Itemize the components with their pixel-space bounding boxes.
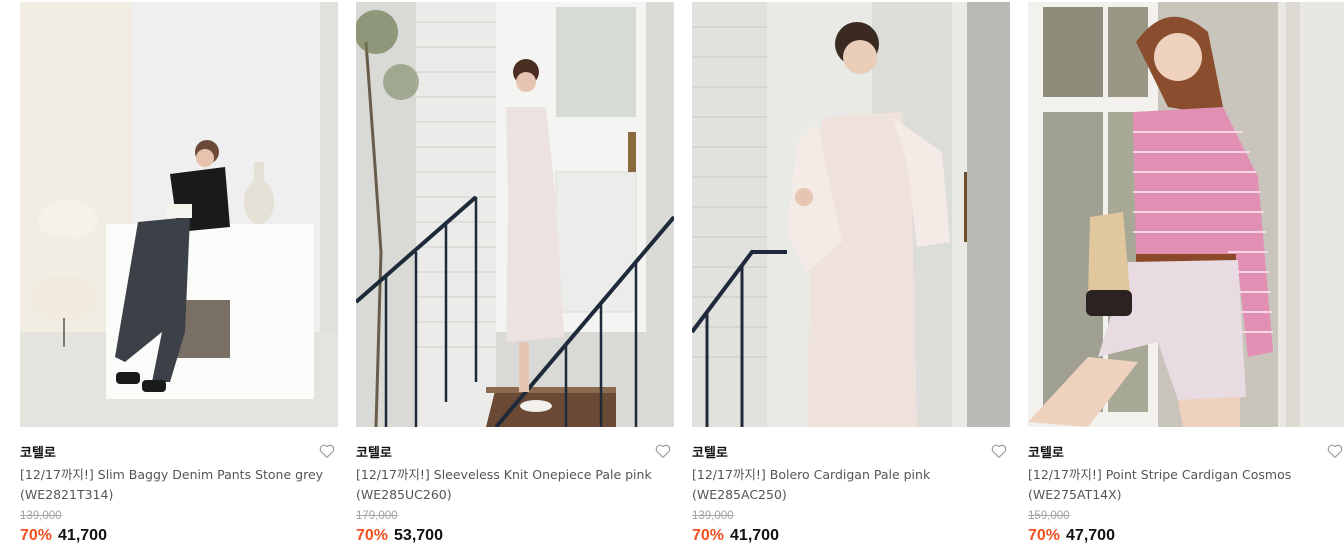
brand-name[interactable]: 코텔로 [356,442,392,461]
product-card[interactable]: 코텔로 [12/17까지!] Slim Baggy Denim Pants St… [20,2,338,549]
product-image[interactable] [356,2,674,427]
brand-row: 코텔로 [1028,442,1344,461]
heart-outline-icon[interactable] [1326,442,1344,460]
brand-row: 코텔로 [356,442,674,461]
sale-price: 47,700 [1066,527,1115,544]
price-row: 70% 53,700 [356,527,443,547]
product-card[interactable]: 코텔로 [12/17까지!] Point Stripe Cardigan Cos… [1028,2,1344,549]
price-row: 70% 41,700 [20,527,107,547]
discount-rate: 70% [692,527,725,544]
brand-row: 코텔로 [692,442,1010,461]
product-title[interactable]: [12/17까지!] Bolero Cardigan Pale pink (WE… [692,465,1010,505]
price-row: 70% 47,700 [1028,527,1115,547]
brand-name[interactable]: 코텔로 [692,442,728,461]
product-title[interactable]: [12/17까지!] Slim Baggy Denim Pants Stone … [20,465,338,505]
original-price: 179,000 [356,510,398,522]
product-image[interactable] [20,2,338,427]
product-title[interactable]: [12/17까지!] Sleeveless Knit Onepiece Pale… [356,465,674,505]
sale-price: 41,700 [730,527,779,544]
original-price: 139,000 [20,510,62,522]
heart-outline-icon[interactable] [318,442,336,460]
product-image[interactable] [692,2,1010,427]
brand-row: 코텔로 [20,442,338,461]
product-photo-stripe-cardigan [1028,2,1344,427]
heart-outline-icon[interactable] [654,442,672,460]
product-photo-knit-onepiece [356,2,674,427]
discount-rate: 70% [20,527,53,544]
sale-price: 41,700 [58,527,107,544]
original-price: 139,000 [692,510,734,522]
product-card[interactable]: 코텔로 [12/17까지!] Bolero Cardigan Pale pink… [692,2,1010,549]
price-row: 70% 41,700 [692,527,779,547]
discount-rate: 70% [1028,527,1061,544]
product-grid: 코텔로 [12/17까지!] Slim Baggy Denim Pants St… [0,0,1344,549]
brand-name[interactable]: 코텔로 [20,442,56,461]
brand-name[interactable]: 코텔로 [1028,442,1064,461]
sale-price: 53,700 [394,527,443,544]
product-card[interactable]: 코텔로 [12/17까지!] Sleeveless Knit Onepiece … [356,2,674,549]
heart-outline-icon[interactable] [990,442,1008,460]
discount-rate: 70% [356,527,389,544]
original-price: 159,000 [1028,510,1070,522]
product-image[interactable] [1028,2,1344,427]
product-title[interactable]: [12/17까지!] Point Stripe Cardigan Cosmos … [1028,465,1344,505]
product-photo-bolero-cardigan [692,2,1010,427]
product-photo-denim-pants [20,2,338,427]
